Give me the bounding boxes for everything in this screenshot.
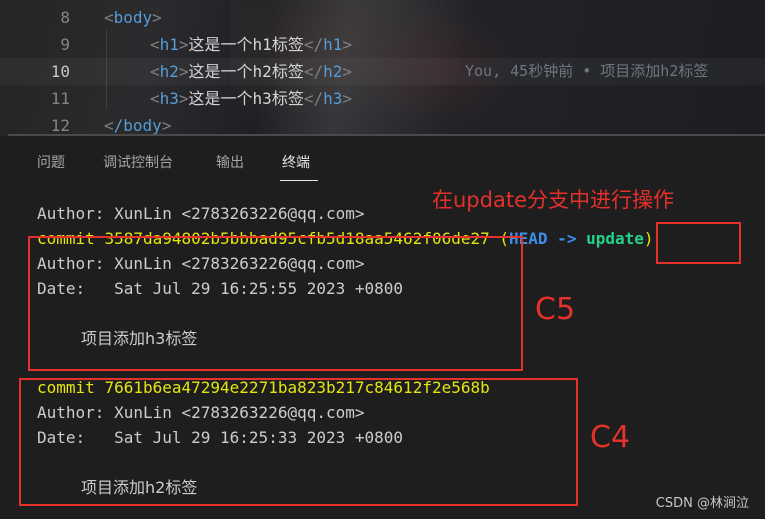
watermark: CSDN @林涧泣 — [655, 496, 749, 511]
code-content: </body> — [104, 116, 172, 135]
annotation-box-branch — [656, 222, 741, 264]
code-content: <h2>这是一个h2标签</h2> — [150, 62, 352, 81]
code-line-8[interactable]: 8 <body> — [0, 4, 765, 31]
tab-debug-console[interactable]: 调试控制台 — [103, 152, 173, 172]
git-blame-annotation: You, 45秒钟前 • 项目添加h2标签 — [465, 62, 709, 80]
tab-output[interactable]: 输出 — [216, 152, 244, 172]
code-line-9[interactable]: 9 <h1>这是一个h1标签</h1> — [0, 31, 765, 58]
line-number: 9 — [60, 35, 70, 54]
annotation-label-c4: C4 — [590, 420, 631, 455]
code-content: <h3>这是一个h3标签</h3> — [150, 89, 352, 108]
tab-terminal[interactable]: 终端 — [282, 152, 310, 172]
annotation-box-c5 — [28, 236, 523, 371]
panel-tabs: 问题 调试控制台 输出 终端 — [0, 136, 765, 181]
annotation-box-c4 — [19, 378, 578, 506]
code-editor[interactable]: 8 <body> 9 <h1>这是一个h1标签</h1> 10 <h2>这是一个… — [0, 0, 765, 136]
line-number: 12 — [50, 116, 70, 135]
line-number: 10 — [50, 62, 70, 81]
tab-problems[interactable]: 问题 — [37, 152, 65, 172]
line-number: 11 — [50, 89, 70, 108]
branch-name: update — [586, 229, 644, 248]
annotation-label-c5: C5 — [535, 292, 576, 327]
code-line-10[interactable]: 10 <h2>这是一个h2标签</h2> You, 45秒钟前 • 项目添加h2… — [0, 58, 765, 85]
annotation-note: 在update分支中进行操作 — [432, 188, 674, 212]
code-line-12[interactable]: 12 </body> — [0, 112, 765, 136]
line-number: 8 — [60, 8, 70, 27]
code-content: <h1>这是一个h1标签</h1> — [150, 35, 352, 54]
author-line: Author: XunLin <2783263226@qq.com> — [37, 204, 365, 223]
active-tab-indicator — [280, 180, 318, 181]
code-content: <body> — [104, 8, 162, 27]
code-line-11[interactable]: 11 <h3>这是一个h3标签</h3> — [0, 85, 765, 112]
